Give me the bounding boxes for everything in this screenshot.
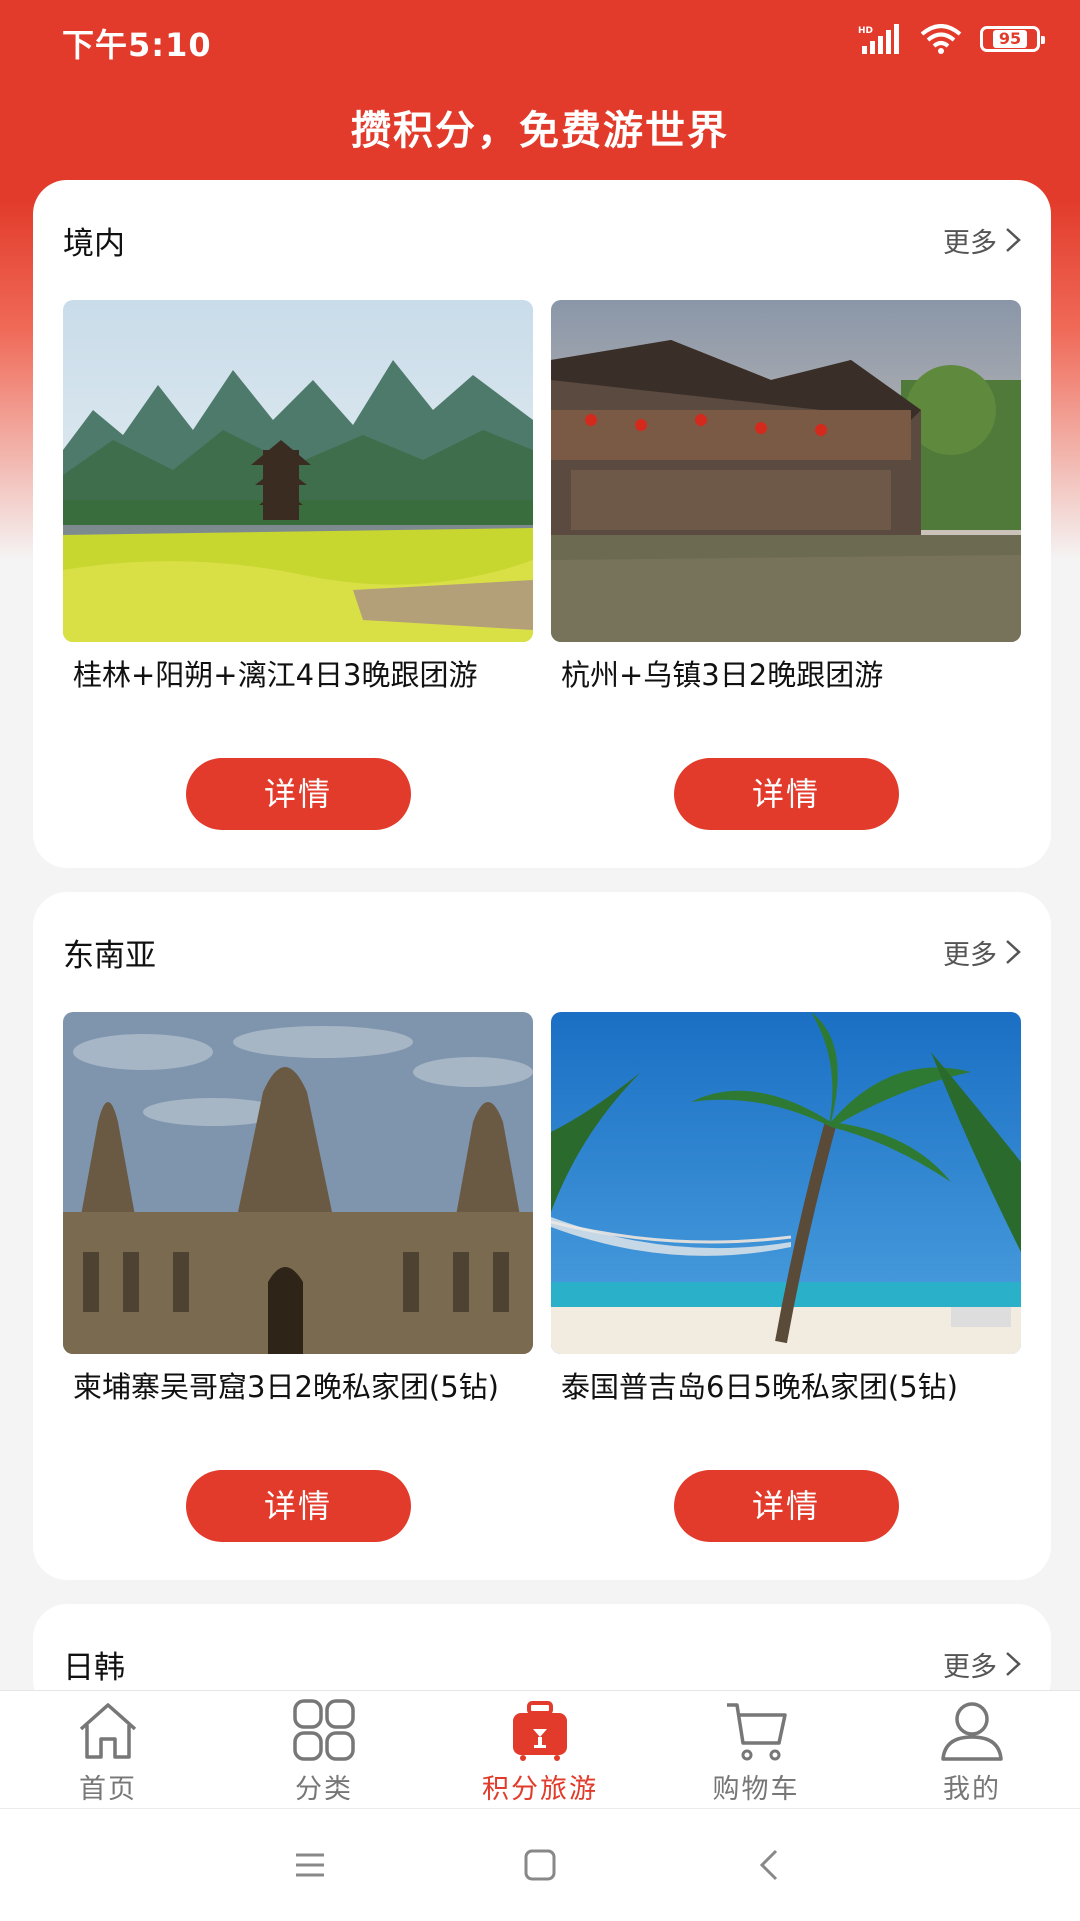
tour-image[interactable] <box>63 1012 533 1354</box>
status-icons: HD 95 <box>858 24 1045 54</box>
grid-icon <box>293 1699 355 1761</box>
section-header: 境内 更多 <box>63 180 1021 300</box>
more-label: 更多 <box>943 227 997 259</box>
svg-text:HD: HD <box>858 26 873 36</box>
tour-image[interactable] <box>551 1012 1021 1354</box>
detail-button[interactable]: 详情 <box>673 1470 899 1542</box>
battery-icon: 95 <box>980 26 1045 52</box>
nav-item-home[interactable]: 首页 <box>0 1691 216 1809</box>
home-icon <box>79 1703 137 1759</box>
tour-title: 柬埔寨吴哥窟3日2晚私家团(5钻) <box>73 1370 499 1404</box>
battery-level: 95 <box>992 30 1028 48</box>
section-domestic: 境内 更多 桂林+阳朔+漓江4日3晚跟团游 详情 杭州+乌镇3日2晚跟团游 详情 <box>33 180 1051 868</box>
nav-label: 首页 <box>79 1774 137 1805</box>
main-content: 境内 更多 桂林+阳朔+漓江4日3晚跟团游 详情 杭州+乌镇3日2晚跟团游 详情… <box>33 180 1051 1738</box>
detail-button[interactable]: 详情 <box>185 1470 411 1542</box>
more-link[interactable]: 更多 <box>943 1645 1021 1684</box>
signal-icon: HD <box>858 24 899 54</box>
page-title: 攒积分，免费游世界 <box>351 108 729 154</box>
tour-title: 泰国普吉岛6日5晚私家团(5钻) <box>561 1370 958 1404</box>
card-list: 桂林+阳朔+漓江4日3晚跟团游 详情 杭州+乌镇3日2晚跟团游 详情 <box>63 300 1021 830</box>
back-icon[interactable] <box>750 1845 790 1885</box>
suitcase-icon <box>513 1701 567 1761</box>
home-square-icon[interactable] <box>520 1845 560 1885</box>
section-title: 日韩 <box>63 1649 125 1686</box>
nav-item-profile[interactable]: 我的 <box>864 1691 1080 1809</box>
status-bar: 下午5:10 HD 95 <box>0 0 1080 80</box>
nav-item-category[interactable]: 分类 <box>216 1691 432 1809</box>
menu-icon[interactable] <box>290 1845 330 1885</box>
bottom-nav: 首页 分类 积分旅游 购物车 我的 <box>0 1690 1080 1809</box>
nav-label: 我的 <box>943 1774 1001 1805</box>
tour-card[interactable]: 桂林+阳朔+漓江4日3晚跟团游 详情 <box>63 300 533 830</box>
section-title: 境内 <box>63 225 125 262</box>
tour-image[interactable] <box>551 300 1021 642</box>
detail-button[interactable]: 详情 <box>185 758 411 830</box>
section-southeast-asia: 东南亚 更多 柬埔寨吴哥窟3日2晚私家团(5钻) 详情 泰国普吉岛6日5晚私家团… <box>33 892 1051 1580</box>
section-header: 东南亚 更多 <box>63 892 1021 1012</box>
more-label: 更多 <box>943 1651 997 1683</box>
nav-label: 积分旅游 <box>482 1774 598 1805</box>
cart-icon <box>727 1703 787 1761</box>
nav-label: 购物车 <box>712 1774 800 1805</box>
nav-item-points-travel[interactable]: 积分旅游 <box>432 1691 648 1809</box>
more-link[interactable]: 更多 <box>943 933 1021 972</box>
more-label: 更多 <box>943 939 997 971</box>
section-title: 东南亚 <box>63 937 156 974</box>
wifi-icon <box>920 24 962 54</box>
user-icon <box>941 1702 1003 1761</box>
tour-card[interactable]: 杭州+乌镇3日2晚跟团游 详情 <box>551 300 1021 830</box>
tour-card[interactable]: 泰国普吉岛6日5晚私家团(5钻) 详情 <box>551 1012 1021 1542</box>
chevron-right-icon <box>1006 1652 1021 1676</box>
nav-item-cart[interactable]: 购物车 <box>648 1691 864 1809</box>
system-nav-bar <box>0 1808 1080 1921</box>
detail-button[interactable]: 详情 <box>673 758 899 830</box>
tour-title: 杭州+乌镇3日2晚跟团游 <box>561 658 884 692</box>
chevron-right-icon <box>1006 228 1021 252</box>
card-list: 柬埔寨吴哥窟3日2晚私家团(5钻) 详情 泰国普吉岛6日5晚私家团(5钻) 详情 <box>63 1012 1021 1542</box>
tour-title: 桂林+阳朔+漓江4日3晚跟团游 <box>73 658 478 692</box>
chevron-right-icon <box>1006 940 1021 964</box>
tour-image[interactable] <box>63 300 533 642</box>
status-time: 下午5:10 <box>62 26 212 64</box>
nav-label: 分类 <box>295 1774 353 1805</box>
more-link[interactable]: 更多 <box>943 221 1021 260</box>
tour-card[interactable]: 柬埔寨吴哥窟3日2晚私家团(5钻) 详情 <box>63 1012 533 1542</box>
